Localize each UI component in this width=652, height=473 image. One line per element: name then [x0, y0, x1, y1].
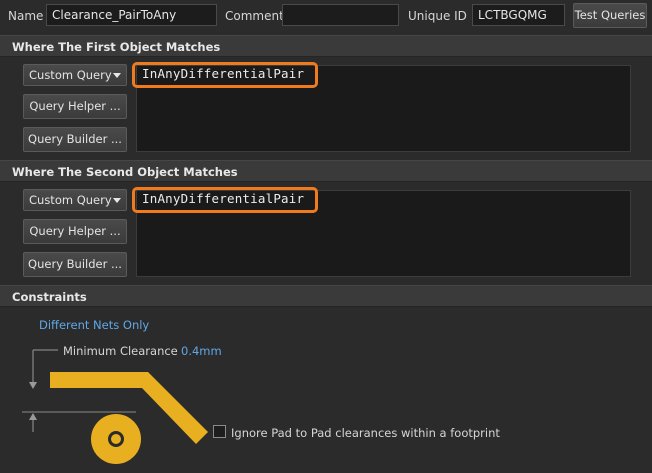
ignore-pad-label: Ignore Pad to Pad clearances within a fo…	[231, 426, 500, 440]
second-query-text: InAnyDifferentialPair	[142, 191, 305, 206]
constraints-header: Constraints	[0, 285, 652, 307]
chevron-down-icon	[113, 73, 121, 78]
first-query-type-dropdown[interactable]: Custom Query	[23, 64, 127, 86]
clearance-diagram	[22, 349, 208, 464]
unique-id-label: Unique ID	[408, 9, 467, 23]
comment-field[interactable]	[282, 4, 399, 26]
ignore-pad-checkbox[interactable]	[213, 425, 226, 438]
second-query-builder-button[interactable]: Query Builder ...	[23, 252, 127, 277]
chevron-down-icon	[113, 198, 121, 203]
first-query-text: InAnyDifferentialPair	[142, 66, 305, 81]
pad-hole-inner	[111, 434, 121, 444]
second-object-header: Where The Second Object Matches	[0, 160, 652, 182]
different-nets-only-option[interactable]: Different Nets Only	[39, 318, 149, 332]
unique-id-field[interactable]: LCTBGQMG	[472, 4, 565, 26]
first-query-builder-button[interactable]: Query Builder ...	[23, 127, 127, 152]
arrow-up-icon	[29, 413, 37, 420]
test-queries-button[interactable]: Test Queries	[573, 3, 647, 28]
arrow-down-icon	[29, 382, 37, 389]
first-query-helper-button[interactable]: Query Helper ...	[23, 94, 127, 119]
first-object-header: Where The First Object Matches	[0, 35, 652, 57]
name-label: Name	[8, 9, 44, 23]
first-query-type-label: Custom Query	[29, 68, 112, 82]
comment-label: Comment	[225, 9, 284, 23]
second-query-type-dropdown[interactable]: Custom Query	[23, 189, 127, 211]
second-query-helper-button[interactable]: Query Helper ...	[23, 219, 127, 244]
name-field[interactable]: Clearance_PairToAny	[46, 4, 217, 26]
second-query-type-label: Custom Query	[29, 193, 112, 207]
